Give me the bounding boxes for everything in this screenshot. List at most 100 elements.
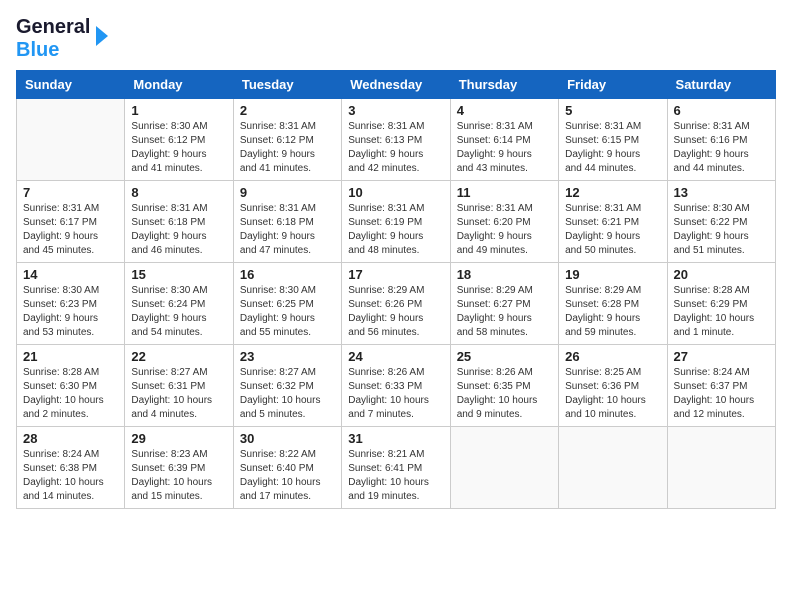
- calendar-cell: [559, 427, 667, 509]
- day-number: 16: [240, 267, 335, 282]
- weekday-header-friday: Friday: [559, 71, 667, 99]
- day-info: Sunrise: 8:31 AMSunset: 6:19 PMDaylight:…: [348, 202, 443, 258]
- calendar-cell: 17Sunrise: 8:29 AMSunset: 6:26 PMDayligh…: [342, 263, 450, 345]
- day-number: 20: [674, 267, 769, 282]
- calendar-cell: 14Sunrise: 8:30 AMSunset: 6:23 PMDayligh…: [17, 263, 125, 345]
- day-info: Sunrise: 8:22 AMSunset: 6:40 PMDaylight:…: [240, 448, 335, 504]
- day-info: Sunrise: 8:31 AMSunset: 6:12 PMDaylight:…: [240, 120, 335, 176]
- logo: General Blue: [16, 16, 108, 62]
- calendar-cell: 2 Sunrise: 8:31 AMSunset: 6:12 PMDaylight…: [233, 99, 341, 181]
- day-info: Sunrise: 8:31 AMSunset: 6:17 PMDaylight:…: [23, 202, 118, 258]
- day-number: 29: [131, 431, 226, 446]
- calendar-cell: 20 Sunrise: 8:28 AMSunset: 6:29 PMDayligh…: [667, 263, 775, 345]
- day-info: Sunrise: 8:24 AMSunset: 6:37 PMDaylight:…: [674, 366, 769, 422]
- calendar-table: SundayMondayTuesdayWednesdayThursdayFrid…: [16, 70, 776, 509]
- calendar-cell: 15Sunrise: 8:30 AMSunset: 6:24 PMDayligh…: [125, 263, 233, 345]
- day-number: 7: [23, 185, 118, 200]
- calendar-cell: 5Sunrise: 8:31 AMSunset: 6:15 PMDaylight…: [559, 99, 667, 181]
- day-number: 8: [131, 185, 226, 200]
- day-number: 6: [674, 103, 769, 118]
- day-info: Sunrise: 8:23 AMSunset: 6:39 PMDaylight:…: [131, 448, 226, 504]
- calendar-cell: [17, 99, 125, 181]
- calendar-week-1: 1Sunrise: 8:30 AMSunset: 6:12 PMDaylight…: [17, 99, 776, 181]
- calendar-cell: 13 Sunrise: 8:30 AMSunset: 6:22 PMDayligh…: [667, 181, 775, 263]
- calendar-cell: 9 Sunrise: 8:31 AMSunset: 6:18 PMDaylight…: [233, 181, 341, 263]
- day-info: Sunrise: 8:30 AMSunset: 6:12 PMDaylight:…: [131, 120, 226, 176]
- day-info: Sunrise: 8:31 AMSunset: 6:21 PMDaylight:…: [565, 202, 660, 258]
- day-number: 12: [565, 185, 660, 200]
- calendar-cell: 3 Sunrise: 8:31 AMSunset: 6:13 PMDaylight…: [342, 99, 450, 181]
- day-number: 30: [240, 431, 335, 446]
- calendar-cell: 23 Sunrise: 8:27 AMSunset: 6:32 PMDayligh…: [233, 345, 341, 427]
- calendar-cell: 7 Sunrise: 8:31 AMSunset: 6:17 PMDaylight…: [17, 181, 125, 263]
- calendar-cell: 28Sunrise: 8:24 AMSunset: 6:38 PMDayligh…: [17, 427, 125, 509]
- day-number: 13: [674, 185, 769, 200]
- weekday-header-monday: Monday: [125, 71, 233, 99]
- calendar-cell: 19 Sunrise: 8:29 AMSunset: 6:28 PMDayligh…: [559, 263, 667, 345]
- weekday-header-saturday: Saturday: [667, 71, 775, 99]
- logo-combined: General Blue: [16, 16, 108, 62]
- day-number: 15: [131, 267, 226, 282]
- day-info: Sunrise: 8:29 AMSunset: 6:27 PMDaylight:…: [457, 284, 552, 340]
- calendar-week-5: 28Sunrise: 8:24 AMSunset: 6:38 PMDayligh…: [17, 427, 776, 509]
- calendar-week-3: 14Sunrise: 8:30 AMSunset: 6:23 PMDayligh…: [17, 263, 776, 345]
- weekday-header-thursday: Thursday: [450, 71, 558, 99]
- calendar-cell: 25 Sunrise: 8:26 AMSunset: 6:35 PMDayligh…: [450, 345, 558, 427]
- day-number: 18: [457, 267, 552, 282]
- day-info: Sunrise: 8:29 AMSunset: 6:28 PMDaylight:…: [565, 284, 660, 340]
- calendar-cell: [667, 427, 775, 509]
- page-header: General Blue: [16, 16, 776, 62]
- day-info: Sunrise: 8:25 AMSunset: 6:36 PMDaylight:…: [565, 366, 660, 422]
- day-number: 22: [131, 349, 226, 364]
- calendar-cell: 26 Sunrise: 8:25 AMSunset: 6:36 PMDayligh…: [559, 345, 667, 427]
- calendar-cell: 29 Sunrise: 8:23 AMSunset: 6:39 PMDayligh…: [125, 427, 233, 509]
- day-number: 28: [23, 431, 118, 446]
- day-number: 5: [565, 103, 660, 118]
- day-info: Sunrise: 8:31 AMSunset: 6:13 PMDaylight:…: [348, 120, 443, 176]
- calendar-header: SundayMondayTuesdayWednesdayThursdayFrid…: [17, 71, 776, 99]
- day-number: 27: [674, 349, 769, 364]
- day-info: Sunrise: 8:30 AMSunset: 6:22 PMDaylight:…: [674, 202, 769, 258]
- day-info: Sunrise: 8:26 AMSunset: 6:33 PMDaylight:…: [348, 366, 443, 422]
- calendar-cell: 11Sunrise: 8:31 AMSunset: 6:20 PMDayligh…: [450, 181, 558, 263]
- logo-text: General Blue: [16, 16, 90, 62]
- calendar-cell: 12 Sunrise: 8:31 AMSunset: 6:21 PMDayligh…: [559, 181, 667, 263]
- day-info: Sunrise: 8:31 AMSunset: 6:18 PMDaylight:…: [131, 202, 226, 258]
- day-number: 25: [457, 349, 552, 364]
- day-number: 11: [457, 185, 552, 200]
- day-info: Sunrise: 8:28 AMSunset: 6:30 PMDaylight:…: [23, 366, 118, 422]
- calendar-cell: 6 Sunrise: 8:31 AMSunset: 6:16 PMDaylight…: [667, 99, 775, 181]
- day-number: 23: [240, 349, 335, 364]
- day-info: Sunrise: 8:21 AMSunset: 6:41 PMDaylight:…: [348, 448, 443, 504]
- day-info: Sunrise: 8:28 AMSunset: 6:29 PMDaylight:…: [674, 284, 769, 340]
- calendar-cell: 24 Sunrise: 8:26 AMSunset: 6:33 PMDayligh…: [342, 345, 450, 427]
- day-number: 3: [348, 103, 443, 118]
- day-number: 31: [348, 431, 443, 446]
- weekday-header-tuesday: Tuesday: [233, 71, 341, 99]
- calendar-cell: [450, 427, 558, 509]
- calendar-cell: 18 Sunrise: 8:29 AMSunset: 6:27 PMDayligh…: [450, 263, 558, 345]
- day-info: Sunrise: 8:31 AMSunset: 6:16 PMDaylight:…: [674, 120, 769, 176]
- day-number: 19: [565, 267, 660, 282]
- calendar-cell: 31 Sunrise: 8:21 AMSunset: 6:41 PMDayligh…: [342, 427, 450, 509]
- day-info: Sunrise: 8:26 AMSunset: 6:35 PMDaylight:…: [457, 366, 552, 422]
- calendar-week-2: 7 Sunrise: 8:31 AMSunset: 6:17 PMDaylight…: [17, 181, 776, 263]
- day-number: 24: [348, 349, 443, 364]
- day-info: Sunrise: 8:27 AMSunset: 6:32 PMDaylight:…: [240, 366, 335, 422]
- logo-triangle-icon: [96, 26, 108, 46]
- calendar-cell: 27 Sunrise: 8:24 AMSunset: 6:37 PMDayligh…: [667, 345, 775, 427]
- day-number: 26: [565, 349, 660, 364]
- day-number: 2: [240, 103, 335, 118]
- day-info: Sunrise: 8:31 AMSunset: 6:18 PMDaylight:…: [240, 202, 335, 258]
- calendar-week-4: 21Sunrise: 8:28 AMSunset: 6:30 PMDayligh…: [17, 345, 776, 427]
- calendar-cell: 10 Sunrise: 8:31 AMSunset: 6:19 PMDayligh…: [342, 181, 450, 263]
- day-number: 4: [457, 103, 552, 118]
- calendar-cell: 16Sunrise: 8:30 AMSunset: 6:25 PMDayligh…: [233, 263, 341, 345]
- day-number: 9: [240, 185, 335, 200]
- calendar-cell: 21Sunrise: 8:28 AMSunset: 6:30 PMDayligh…: [17, 345, 125, 427]
- calendar-cell: 1Sunrise: 8:30 AMSunset: 6:12 PMDaylight…: [125, 99, 233, 181]
- logo-line1: General: [16, 16, 90, 39]
- day-number: 10: [348, 185, 443, 200]
- day-info: Sunrise: 8:31 AMSunset: 6:14 PMDaylight:…: [457, 120, 552, 176]
- calendar-cell: 4 Sunrise: 8:31 AMSunset: 6:14 PMDaylight…: [450, 99, 558, 181]
